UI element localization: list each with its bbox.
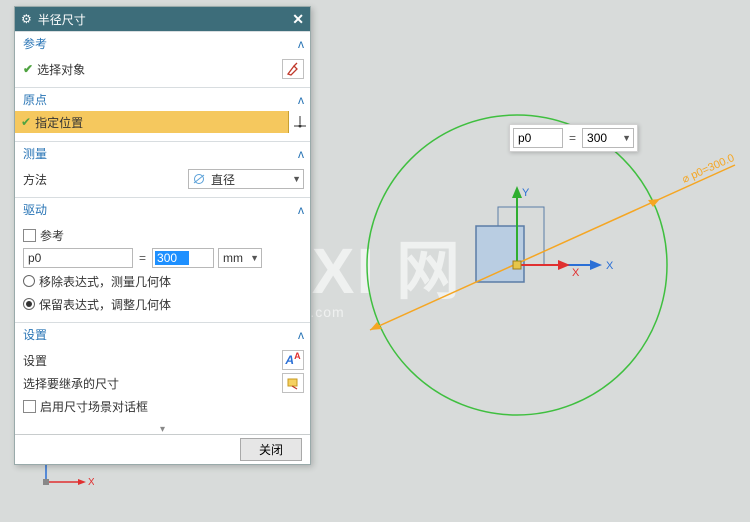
caret-down-icon: ▼ <box>619 133 631 143</box>
reference-checkbox[interactable] <box>23 229 36 242</box>
section-measure-title: 测量 <box>23 145 47 162</box>
svg-text:X: X <box>572 267 580 279</box>
point-icon[interactable] <box>288 111 310 133</box>
section-reference-header[interactable]: 参考 ʌ <box>15 31 310 55</box>
method-label: 方法 <box>23 171 47 188</box>
chevron-up-icon: ʌ <box>298 93 304 107</box>
model-circle <box>367 115 667 415</box>
scene-dialog-checkbox[interactable] <box>23 400 36 413</box>
param-name-input[interactable]: p0 <box>23 248 133 268</box>
method-value: 直径 <box>211 171 235 188</box>
svg-text:Y: Y <box>522 187 530 199</box>
section-settings-header[interactable]: 设置 ʌ <box>15 322 310 346</box>
equals-sign: = <box>139 251 146 265</box>
specify-location-label: 指定位置 <box>35 114 83 131</box>
remove-expression-radio[interactable] <box>23 275 35 287</box>
keep-expression-radio[interactable] <box>23 298 35 310</box>
settings-label: 设置 <box>23 352 47 369</box>
hud-value-select[interactable]: 300 ▼ <box>582 128 634 148</box>
method-select[interactable]: 直径 ▼ <box>188 169 304 189</box>
section-drive-title: 驱动 <box>23 201 47 218</box>
inherit-label: 选择要继承的尺寸 <box>23 375 119 392</box>
param-name-value: p0 <box>28 251 41 265</box>
close-button-label: 关闭 <box>259 443 283 457</box>
caret-down-icon: ▼ <box>289 174 301 184</box>
check-icon: ✔ <box>21 115 31 129</box>
section-origin-title: 原点 <box>23 91 47 108</box>
diameter-line <box>370 165 735 330</box>
svg-text:X: X <box>606 260 614 272</box>
param-value-input[interactable]: 300 <box>152 248 214 268</box>
remove-expression-label: 移除表达式，测量几何体 <box>39 273 171 290</box>
equals-sign: = <box>569 131 576 145</box>
center-square <box>476 226 524 282</box>
specify-location-row[interactable]: ✔ 指定位置 <box>15 111 310 133</box>
gear-icon: ⚙ <box>21 12 32 26</box>
radius-dimension-dialog: ⚙ 半径尺寸 ✕ 参考 ʌ ✔ 选择对象 原点 ʌ ✔ 指定位置 <box>14 6 311 465</box>
keep-expression-label: 保留表达式，调整几何体 <box>39 296 171 313</box>
dim-arrow-right <box>648 199 660 207</box>
dimension-label: ⌀ p0=300.0 <box>680 152 736 186</box>
chevron-up-icon: ʌ <box>298 203 304 217</box>
section-drive-header[interactable]: 驱动 ʌ <box>15 197 310 221</box>
section-origin-header[interactable]: 原点 ʌ <box>15 87 310 111</box>
resize-grip[interactable]: ▾ <box>15 424 310 434</box>
unit-value: mm <box>223 251 243 265</box>
dim-arrow-left <box>370 322 382 330</box>
text-style-button[interactable]: A A <box>282 350 304 370</box>
close-button[interactable]: 关闭 <box>240 438 302 461</box>
diameter-icon <box>193 173 207 185</box>
pick-object-button[interactable] <box>282 59 304 79</box>
section-measure-header[interactable]: 测量 ʌ <box>15 141 310 165</box>
chevron-up-icon: ʌ <box>298 147 304 161</box>
select-object-label: 选择对象 <box>37 61 85 78</box>
section-reference-title: 参考 <box>23 35 47 52</box>
scene-dialog-label: 启用尺寸场景对话框 <box>40 398 148 415</box>
caret-down-icon: ▼ <box>247 253 259 263</box>
chevron-up-icon: ʌ <box>298 328 304 342</box>
hud-param-input[interactable]: p0 <box>513 128 563 148</box>
selection-marquee <box>498 207 544 265</box>
dimension-hud[interactable]: p0 = 300 ▼ <box>509 124 638 152</box>
chevron-up-icon: ʌ <box>298 37 304 51</box>
hud-value: 300 <box>587 131 607 145</box>
check-icon: ✔ <box>23 62 33 76</box>
svg-text:X: X <box>88 477 94 488</box>
dialog-titlebar[interactable]: ⚙ 半径尺寸 ✕ <box>15 7 310 31</box>
hud-param-value: p0 <box>518 131 531 145</box>
triad: Y X X <box>512 186 614 279</box>
dialog-title: 半径尺寸 <box>38 11 293 28</box>
section-settings-title: 设置 <box>23 326 47 343</box>
param-value: 300 <box>155 251 189 265</box>
reference-checkbox-label: 参考 <box>40 227 64 244</box>
close-icon[interactable]: ✕ <box>292 11 304 28</box>
unit-select[interactable]: mm ▼ <box>218 248 262 268</box>
inherit-dimension-button[interactable] <box>282 373 304 393</box>
